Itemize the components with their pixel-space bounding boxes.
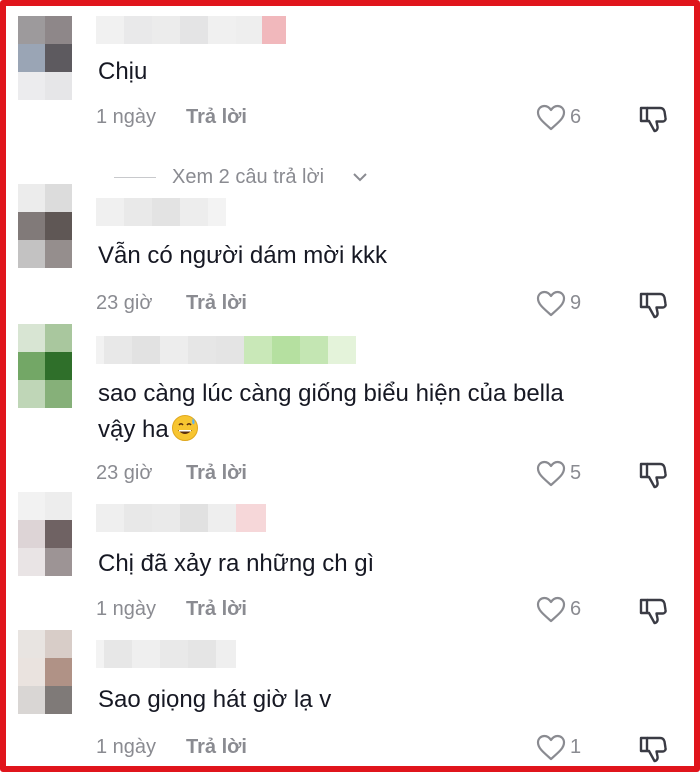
dislike-button[interactable] [638,460,668,490]
dislike-button[interactable] [638,596,668,626]
username-blurred[interactable] [96,198,226,228]
like-count: 5 [570,462,582,484]
thumbs-down-icon [639,736,667,763]
divider-line [114,177,156,178]
thumbs-down-icon [639,598,667,625]
like-count: 6 [570,598,582,620]
comment-item: Sao giọng hát giờ lạ v 1 ngày Trả lời 1 [18,630,678,766]
comment-item: Chịu 1 ngày Trả lời 6 Xem 2 câu trả lời [18,16,678,188]
comment-text: Vẫn có người dám mời kkk [98,242,387,269]
chevron-down-icon [353,173,367,182]
avatar[interactable] [18,492,72,576]
avatar[interactable] [18,16,72,100]
dislike-button[interactable] [638,290,668,320]
like-button[interactable]: 6 [536,104,606,134]
dislike-button[interactable] [638,104,668,134]
avatar[interactable] [18,184,72,268]
comment-text: Chịu [98,58,148,85]
heart-outline-icon [536,290,566,317]
avatar[interactable] [18,630,72,714]
like-button[interactable]: 9 [536,290,606,320]
heart-outline-icon [536,734,566,761]
comment-text: Chị đã xảy ra những ch gì [98,550,375,577]
avatar[interactable] [18,324,72,408]
comment-time: 1 ngày [96,736,157,758]
dislike-button[interactable] [638,734,668,764]
username-blurred[interactable] [96,504,266,534]
like-count: 9 [570,292,582,314]
like-button[interactable]: 6 [536,596,606,626]
comment-text: Sao giọng hát giờ lạ v [98,686,332,713]
comment-item: Vẫn có người dám mời kkk 23 giờ Trả lời … [18,184,678,324]
comment-item: Chị đã xảy ra những ch gì 1 ngày Trả lời… [18,492,678,632]
username-blurred[interactable] [96,336,356,366]
comment-text-line2: vậy ha [98,412,199,448]
reply-button[interactable]: Trả lời [186,598,247,621]
like-count: 6 [570,106,582,128]
reply-button[interactable]: Trả lời [186,106,247,129]
comment-text-line1: sao càng lúc càng giống biểu hiện của be… [98,380,564,407]
comment-text-line2-text: vậy ha [98,416,169,443]
like-button[interactable]: 5 [536,460,606,490]
like-count: 1 [570,736,582,758]
heart-outline-icon [536,104,566,131]
grinning-sweat-emoji-icon [171,415,198,441]
heart-outline-icon [536,596,566,623]
reply-button[interactable]: Trả lời [186,462,247,485]
heart-outline-icon [536,460,566,487]
comment-item: sao càng lúc càng giống biểu hiện của be… [18,324,678,494]
reply-button[interactable]: Trả lời [186,292,247,315]
comment-time: 1 ngày [96,106,157,128]
thumbs-down-icon [639,106,667,133]
thumbs-down-icon [639,292,667,319]
comment-time: 23 giờ [96,292,153,314]
comment-time: 1 ngày [96,598,157,620]
username-blurred[interactable] [96,16,286,46]
username-blurred[interactable] [96,640,236,670]
like-button[interactable]: 1 [536,734,606,764]
comment-time: 23 giờ [96,462,153,484]
thumbs-down-icon [639,462,667,489]
reply-button[interactable]: Trả lời [186,736,247,759]
